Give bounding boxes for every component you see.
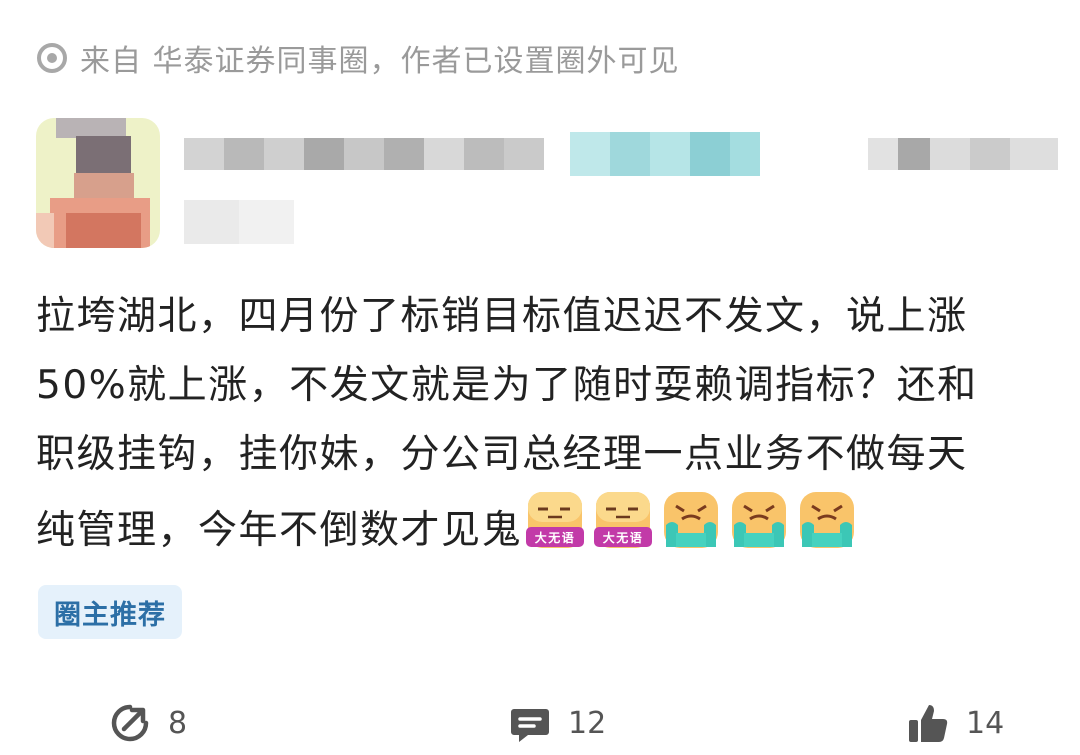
crying-emoji-icon	[800, 492, 855, 548]
share-button[interactable]: 8	[108, 695, 187, 751]
emoji-group: 大无语 大无语	[524, 489, 858, 551]
like-count: 14	[966, 705, 1005, 741]
content-line-last: 纯管理，今年不倒数才见鬼 大无语 大无语	[36, 489, 1066, 558]
source-text: 来自 华泰证券同事圈，作者已设置圈外可见	[80, 44, 680, 79]
like-button[interactable]: 14	[906, 695, 1004, 751]
recommended-tag[interactable]: 圈主推荐	[38, 585, 182, 639]
content-line: 50%就上涨，不发文就是为了随时耍赖调指标？还和	[36, 363, 978, 408]
svg-text:大无语: 大无语	[535, 530, 576, 545]
share-count: 8	[168, 705, 188, 741]
content-line: 职级挂钩，挂你妹，分公司总经理一点业务不做每天	[36, 432, 968, 477]
post-card: 来自 华泰证券同事圈，作者已设置圈外可见 拉垮湖北，四月份了标销目标值迟迟不发文…	[0, 0, 1080, 755]
content-line: 拉垮湖北，四月份了标销目标值迟迟不发文，说上涨	[36, 294, 968, 339]
author-title-blurred	[184, 200, 294, 244]
content-line-text: 纯管理，今年不倒数才见鬼	[36, 508, 523, 553]
post-time-blurred	[868, 138, 1058, 170]
svg-text:大无语: 大无语	[603, 530, 644, 545]
author-name-blurred[interactable]	[184, 138, 544, 170]
speechless-emoji-icon: 大无语	[594, 492, 653, 548]
post-content: 拉垮湖北，四月份了标销目标值迟迟不发文，说上涨 50%就上涨，不发文就是为了随时…	[36, 282, 1066, 558]
crying-emoji-icon	[732, 492, 787, 548]
thumbs-up-icon	[909, 705, 948, 742]
comment-count: 12	[568, 705, 607, 741]
share-icon	[111, 704, 149, 742]
visibility-icon	[37, 43, 67, 73]
author-avatar[interactable]	[36, 118, 160, 248]
author-badge-blurred	[570, 132, 760, 176]
comment-icon	[511, 709, 549, 742]
crying-emoji-icon	[664, 492, 719, 548]
speechless-emoji-icon: 大无语	[526, 492, 585, 548]
post-source-line: 来自 华泰证券同事圈，作者已设置圈外可见	[36, 36, 680, 80]
comment-button[interactable]: 12	[508, 695, 606, 751]
